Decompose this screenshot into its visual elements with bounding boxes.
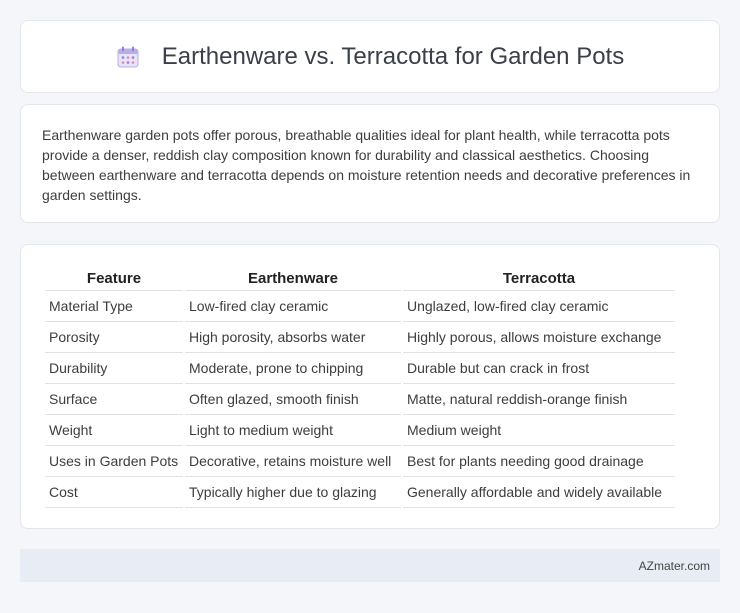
table-row: Material Type Low-fired clay ceramic Ung… xyxy=(45,291,675,322)
cell-feature: Surface xyxy=(45,384,183,415)
cell-earthenware: Light to medium weight xyxy=(185,415,401,446)
cell-feature: Weight xyxy=(45,415,183,446)
cell-earthenware: Decorative, retains moisture well xyxy=(185,446,401,477)
cell-earthenware: High porosity, absorbs water xyxy=(185,322,401,353)
table-card: Feature Earthenware Terracotta Material … xyxy=(20,244,720,529)
cell-terracotta: Highly porous, allows moisture exchange xyxy=(403,322,675,353)
cell-terracotta: Best for plants needing good drainage xyxy=(403,446,675,477)
cell-earthenware: Moderate, prone to chipping xyxy=(185,353,401,384)
table-row: Cost Typically higher due to glazing Gen… xyxy=(45,477,675,508)
table-row: Uses in Garden Pots Decorative, retains … xyxy=(45,446,675,477)
cell-terracotta: Unglazed, low-fired clay ceramic xyxy=(403,291,675,322)
table-row: Porosity High porosity, absorbs water Hi… xyxy=(45,322,675,353)
table-row: Weight Light to medium weight Medium wei… xyxy=(45,415,675,446)
cell-earthenware: Typically higher due to glazing xyxy=(185,477,401,508)
header-card: Earthenware vs. Terracotta for Garden Po… xyxy=(20,20,720,93)
intro-card: Earthenware garden pots offer porous, br… xyxy=(20,104,720,223)
footer-brand: AZmater.com xyxy=(638,558,710,573)
table-row: Surface Often glazed, smooth finish Matt… xyxy=(45,384,675,415)
cell-terracotta: Durable but can crack in frost xyxy=(403,353,675,384)
calendar-icon xyxy=(116,45,140,69)
header-earthenware: Earthenware xyxy=(185,267,401,291)
table-header-row: Feature Earthenware Terracotta xyxy=(45,267,675,291)
comparison-table: Feature Earthenware Terracotta Material … xyxy=(43,267,677,508)
cell-terracotta: Medium weight xyxy=(403,415,675,446)
page-title: Earthenware vs. Terracotta for Garden Po… xyxy=(161,42,625,70)
intro-text: Earthenware garden pots offer porous, br… xyxy=(42,127,691,203)
footer: AZmater.com xyxy=(20,549,720,582)
cell-feature: Cost xyxy=(45,477,183,508)
cell-feature: Porosity xyxy=(45,322,183,353)
cell-feature: Material Type xyxy=(45,291,183,322)
cell-earthenware: Low-fired clay ceramic xyxy=(185,291,401,322)
header-feature: Feature xyxy=(45,267,183,291)
table-row: Durability Moderate, prone to chipping D… xyxy=(45,353,675,384)
header-terracotta: Terracotta xyxy=(403,267,675,291)
cell-earthenware: Often glazed, smooth finish xyxy=(185,384,401,415)
title-wrap: Earthenware vs. Terracotta for Garden Po… xyxy=(116,43,624,71)
cell-terracotta: Matte, natural reddish-orange finish xyxy=(403,384,675,415)
cell-terracotta: Generally affordable and widely availabl… xyxy=(403,477,675,508)
cell-feature: Durability xyxy=(45,353,183,384)
cell-feature: Uses in Garden Pots xyxy=(45,446,183,477)
